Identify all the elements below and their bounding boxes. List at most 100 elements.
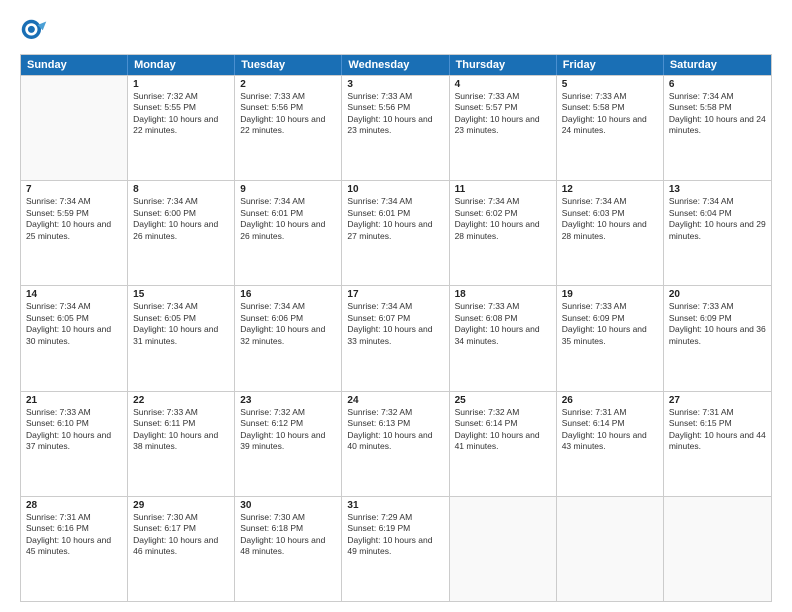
- day-number: 3: [347, 79, 443, 90]
- day-number: 25: [455, 395, 551, 406]
- cell-info: Sunrise: 7:33 AM Sunset: 5:57 PM Dayligh…: [455, 91, 551, 137]
- cell-info: Sunrise: 7:32 AM Sunset: 5:55 PM Dayligh…: [133, 91, 229, 137]
- calendar-cell: 5Sunrise: 7:33 AM Sunset: 5:58 PM Daylig…: [557, 76, 664, 180]
- cell-info: Sunrise: 7:33 AM Sunset: 6:08 PM Dayligh…: [455, 301, 551, 347]
- calendar-cell: 13Sunrise: 7:34 AM Sunset: 6:04 PM Dayli…: [664, 181, 771, 285]
- calendar-cell: 29Sunrise: 7:30 AM Sunset: 6:17 PM Dayli…: [128, 497, 235, 601]
- day-number: 6: [669, 79, 766, 90]
- day-number: 13: [669, 184, 766, 195]
- day-number: 7: [26, 184, 122, 195]
- calendar-cell: 11Sunrise: 7:34 AM Sunset: 6:02 PM Dayli…: [450, 181, 557, 285]
- calendar-cell: 17Sunrise: 7:34 AM Sunset: 6:07 PM Dayli…: [342, 286, 449, 390]
- calendar-cell: 28Sunrise: 7:31 AM Sunset: 6:16 PM Dayli…: [21, 497, 128, 601]
- cell-info: Sunrise: 7:33 AM Sunset: 5:56 PM Dayligh…: [347, 91, 443, 137]
- day-number: 10: [347, 184, 443, 195]
- calendar-row-3: 21Sunrise: 7:33 AM Sunset: 6:10 PM Dayli…: [21, 391, 771, 496]
- day-number: 4: [455, 79, 551, 90]
- cell-info: Sunrise: 7:34 AM Sunset: 6:03 PM Dayligh…: [562, 196, 658, 242]
- header-day-tuesday: Tuesday: [235, 55, 342, 75]
- cell-info: Sunrise: 7:32 AM Sunset: 6:13 PM Dayligh…: [347, 407, 443, 453]
- cell-info: Sunrise: 7:31 AM Sunset: 6:14 PM Dayligh…: [562, 407, 658, 453]
- header-day-friday: Friday: [557, 55, 664, 75]
- day-number: 24: [347, 395, 443, 406]
- header-day-monday: Monday: [128, 55, 235, 75]
- cell-info: Sunrise: 7:31 AM Sunset: 6:15 PM Dayligh…: [669, 407, 766, 453]
- calendar-cell: 16Sunrise: 7:34 AM Sunset: 6:06 PM Dayli…: [235, 286, 342, 390]
- calendar-cell: 30Sunrise: 7:30 AM Sunset: 6:18 PM Dayli…: [235, 497, 342, 601]
- cell-info: Sunrise: 7:33 AM Sunset: 6:09 PM Dayligh…: [669, 301, 766, 347]
- logo: [20, 18, 54, 46]
- cell-info: Sunrise: 7:29 AM Sunset: 6:19 PM Dayligh…: [347, 512, 443, 558]
- day-number: 5: [562, 79, 658, 90]
- calendar-cell: 9Sunrise: 7:34 AM Sunset: 6:01 PM Daylig…: [235, 181, 342, 285]
- day-number: 21: [26, 395, 122, 406]
- calendar-cell: 4Sunrise: 7:33 AM Sunset: 5:57 PM Daylig…: [450, 76, 557, 180]
- day-number: 8: [133, 184, 229, 195]
- day-number: 12: [562, 184, 658, 195]
- calendar-row-4: 28Sunrise: 7:31 AM Sunset: 6:16 PM Dayli…: [21, 496, 771, 601]
- cell-info: Sunrise: 7:33 AM Sunset: 5:56 PM Dayligh…: [240, 91, 336, 137]
- day-number: 11: [455, 184, 551, 195]
- calendar-cell: 14Sunrise: 7:34 AM Sunset: 6:05 PM Dayli…: [21, 286, 128, 390]
- cell-info: Sunrise: 7:32 AM Sunset: 6:14 PM Dayligh…: [455, 407, 551, 453]
- calendar-cell: 19Sunrise: 7:33 AM Sunset: 6:09 PM Dayli…: [557, 286, 664, 390]
- cell-info: Sunrise: 7:30 AM Sunset: 6:17 PM Dayligh…: [133, 512, 229, 558]
- cell-info: Sunrise: 7:34 AM Sunset: 6:06 PM Dayligh…: [240, 301, 336, 347]
- calendar-cell: [557, 497, 664, 601]
- cell-info: Sunrise: 7:33 AM Sunset: 6:10 PM Dayligh…: [26, 407, 122, 453]
- header-day-sunday: Sunday: [21, 55, 128, 75]
- cell-info: Sunrise: 7:34 AM Sunset: 6:07 PM Dayligh…: [347, 301, 443, 347]
- cell-info: Sunrise: 7:34 AM Sunset: 5:59 PM Dayligh…: [26, 196, 122, 242]
- page: SundayMondayTuesdayWednesdayThursdayFrid…: [0, 0, 792, 612]
- cell-info: Sunrise: 7:33 AM Sunset: 6:11 PM Dayligh…: [133, 407, 229, 453]
- calendar-header: SundayMondayTuesdayWednesdayThursdayFrid…: [21, 55, 771, 75]
- cell-info: Sunrise: 7:32 AM Sunset: 6:12 PM Dayligh…: [240, 407, 336, 453]
- calendar-cell: 3Sunrise: 7:33 AM Sunset: 5:56 PM Daylig…: [342, 76, 449, 180]
- calendar-cell: 2Sunrise: 7:33 AM Sunset: 5:56 PM Daylig…: [235, 76, 342, 180]
- header: [20, 18, 772, 46]
- calendar-cell: [450, 497, 557, 601]
- calendar-body: 1Sunrise: 7:32 AM Sunset: 5:55 PM Daylig…: [21, 75, 771, 601]
- day-number: 28: [26, 500, 122, 511]
- day-number: 1: [133, 79, 229, 90]
- cell-info: Sunrise: 7:33 AM Sunset: 6:09 PM Dayligh…: [562, 301, 658, 347]
- day-number: 20: [669, 289, 766, 300]
- cell-info: Sunrise: 7:34 AM Sunset: 6:05 PM Dayligh…: [133, 301, 229, 347]
- calendar-cell: 25Sunrise: 7:32 AM Sunset: 6:14 PM Dayli…: [450, 392, 557, 496]
- calendar-cell: [664, 497, 771, 601]
- cell-info: Sunrise: 7:34 AM Sunset: 6:01 PM Dayligh…: [240, 196, 336, 242]
- calendar-cell: 27Sunrise: 7:31 AM Sunset: 6:15 PM Dayli…: [664, 392, 771, 496]
- cell-info: Sunrise: 7:34 AM Sunset: 5:58 PM Dayligh…: [669, 91, 766, 137]
- calendar-row-1: 7Sunrise: 7:34 AM Sunset: 5:59 PM Daylig…: [21, 180, 771, 285]
- calendar-cell: 12Sunrise: 7:34 AM Sunset: 6:03 PM Dayli…: [557, 181, 664, 285]
- day-number: 31: [347, 500, 443, 511]
- day-number: 9: [240, 184, 336, 195]
- calendar-cell: 23Sunrise: 7:32 AM Sunset: 6:12 PM Dayli…: [235, 392, 342, 496]
- day-number: 18: [455, 289, 551, 300]
- calendar-cell: 26Sunrise: 7:31 AM Sunset: 6:14 PM Dayli…: [557, 392, 664, 496]
- calendar-cell: 21Sunrise: 7:33 AM Sunset: 6:10 PM Dayli…: [21, 392, 128, 496]
- cell-info: Sunrise: 7:33 AM Sunset: 5:58 PM Dayligh…: [562, 91, 658, 137]
- cell-info: Sunrise: 7:34 AM Sunset: 6:02 PM Dayligh…: [455, 196, 551, 242]
- calendar: SundayMondayTuesdayWednesdayThursdayFrid…: [20, 54, 772, 602]
- calendar-cell: 22Sunrise: 7:33 AM Sunset: 6:11 PM Dayli…: [128, 392, 235, 496]
- calendar-cell: [21, 76, 128, 180]
- calendar-cell: 6Sunrise: 7:34 AM Sunset: 5:58 PM Daylig…: [664, 76, 771, 180]
- calendar-row-0: 1Sunrise: 7:32 AM Sunset: 5:55 PM Daylig…: [21, 75, 771, 180]
- day-number: 29: [133, 500, 229, 511]
- calendar-cell: 20Sunrise: 7:33 AM Sunset: 6:09 PM Dayli…: [664, 286, 771, 390]
- calendar-cell: 31Sunrise: 7:29 AM Sunset: 6:19 PM Dayli…: [342, 497, 449, 601]
- cell-info: Sunrise: 7:31 AM Sunset: 6:16 PM Dayligh…: [26, 512, 122, 558]
- calendar-cell: 1Sunrise: 7:32 AM Sunset: 5:55 PM Daylig…: [128, 76, 235, 180]
- cell-info: Sunrise: 7:34 AM Sunset: 6:01 PM Dayligh…: [347, 196, 443, 242]
- day-number: 16: [240, 289, 336, 300]
- day-number: 27: [669, 395, 766, 406]
- calendar-row-2: 14Sunrise: 7:34 AM Sunset: 6:05 PM Dayli…: [21, 285, 771, 390]
- day-number: 15: [133, 289, 229, 300]
- header-day-wednesday: Wednesday: [342, 55, 449, 75]
- day-number: 19: [562, 289, 658, 300]
- cell-info: Sunrise: 7:30 AM Sunset: 6:18 PM Dayligh…: [240, 512, 336, 558]
- day-number: 26: [562, 395, 658, 406]
- logo-icon: [20, 18, 48, 46]
- header-day-saturday: Saturday: [664, 55, 771, 75]
